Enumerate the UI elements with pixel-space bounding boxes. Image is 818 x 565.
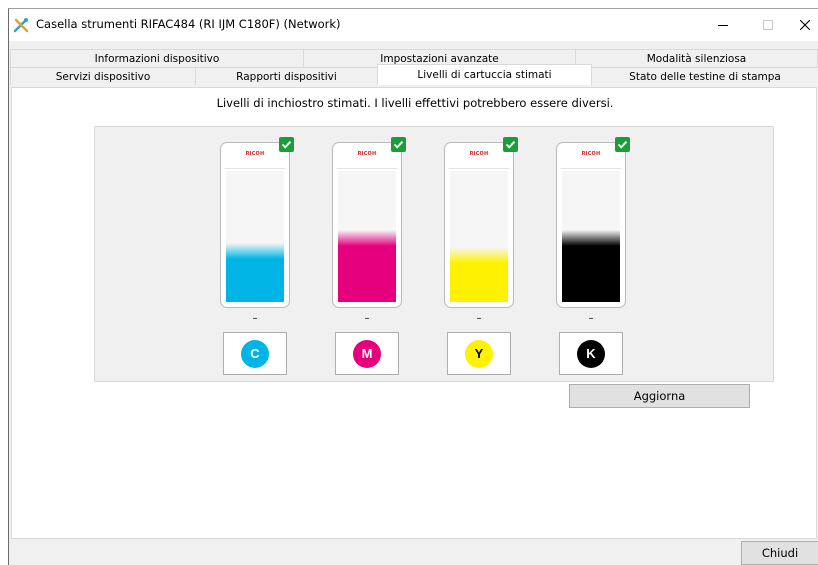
yellow-button[interactable]: Y (447, 332, 511, 375)
status-ok-icon (391, 137, 406, 152)
close-button[interactable]: Chiudi (741, 541, 818, 565)
brand-logo: RICOH (581, 151, 601, 157)
close-icon (799, 20, 810, 30)
status-ok-icon (279, 137, 294, 152)
ink-level-fill (562, 229, 620, 302)
close-window-button[interactable] (790, 9, 818, 41)
ink-level-label: – (364, 313, 370, 324)
cyan-button[interactable]: C (223, 332, 287, 375)
maximize-icon (762, 20, 773, 30)
minimize-icon (717, 25, 728, 26)
brand-logo: RICOH (469, 151, 489, 157)
window-title: Casella strumenti RIFAC484 (RI IJM C180F… (36, 17, 341, 31)
tab-printhead-status[interactable]: Stato delle testine di stampa (591, 67, 818, 85)
status-ok-icon (615, 137, 630, 152)
title-bar[interactable]: Casella strumenti RIFAC484 (RI IJM C180F… (9, 9, 818, 41)
ink-level-notice: Livelli di inchiostro stimati. I livelli… (216, 96, 614, 110)
black-color-icon: K (577, 339, 605, 368)
cartridge-black: RICOH (556, 142, 626, 308)
status-ok-icon (503, 137, 518, 152)
tab-row-bottom: Servizi dispositivo Rapporti dispositivi… (10, 64, 818, 85)
refresh-button[interactable]: Aggiorna (569, 384, 750, 408)
cartridge-cyan: RICOH (220, 142, 290, 308)
ink-level-fill (338, 229, 396, 302)
brand-logo: RICOH (245, 151, 265, 157)
ink-gauge-area: RICOH – C RICOH – M RICOH – Y RICOH – K (94, 126, 774, 382)
cartridge-yellow: RICOH (444, 142, 514, 308)
tools-icon (13, 17, 29, 33)
tab-estimated-cartridge-levels[interactable]: Livelli di cartuccia stimati (377, 64, 592, 85)
tab-device-services[interactable]: Servizi dispositivo (10, 67, 196, 85)
magenta-button[interactable]: M (335, 332, 399, 375)
tab-quiet-mode[interactable]: Modalità silenziosa (575, 49, 818, 67)
tab-device-info[interactable]: Informazioni dispositivo (10, 49, 304, 67)
toolbox-window: Casella strumenti RIFAC484 (RI IJM C180F… (8, 8, 818, 565)
magenta-color-icon: M (353, 339, 381, 368)
ink-level-fill (226, 243, 284, 302)
ink-level-label: – (476, 313, 482, 324)
yellow-color-icon: Y (465, 339, 493, 368)
ink-level-label: – (252, 313, 258, 324)
black-button[interactable]: K (559, 332, 623, 375)
cartridge-levels-panel: Livelli di inchiostro stimati. I livelli… (11, 87, 817, 539)
minimize-button[interactable] (700, 9, 745, 41)
ink-level-label: – (588, 313, 594, 324)
maximize-button[interactable] (745, 9, 790, 41)
cartridge-magenta: RICOH (332, 142, 402, 308)
tab-device-reports[interactable]: Rapporti dispositivi (195, 67, 378, 85)
brand-logo: RICOH (357, 151, 377, 157)
ink-level-fill (450, 246, 508, 302)
cyan-color-icon: C (241, 339, 269, 368)
